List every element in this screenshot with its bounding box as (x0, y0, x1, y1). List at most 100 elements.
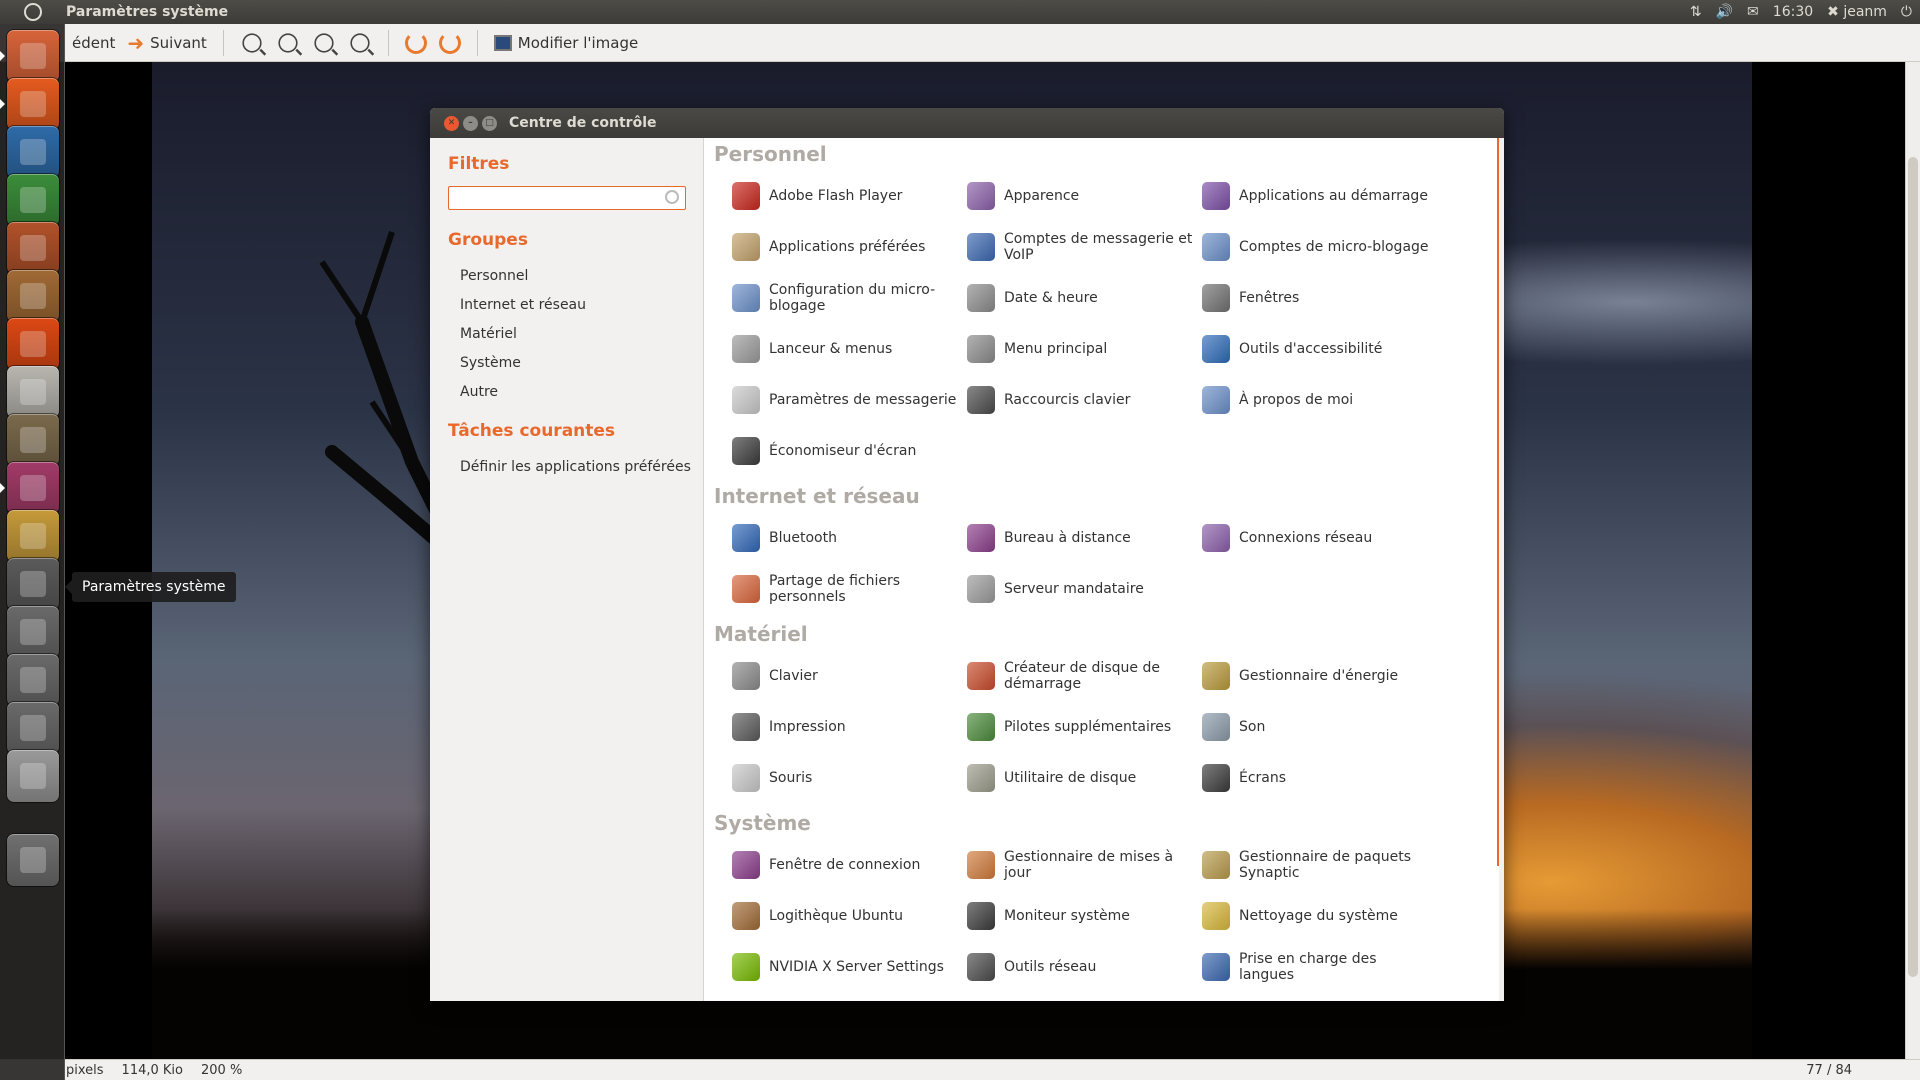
launcher-item-workspaces[interactable] (7, 558, 59, 610)
filter-input[interactable] (449, 187, 649, 210)
settings-item[interactable]: Souris (732, 756, 962, 800)
viewer-scrollbar[interactable] (1905, 62, 1920, 1059)
group-item[interactable]: Système (460, 349, 703, 378)
settings-item[interactable]: Comptes de micro-blogage (1202, 225, 1432, 269)
settings-item[interactable]: Fenêtres (1202, 276, 1432, 320)
settings-item[interactable]: Date & heure (967, 276, 1197, 320)
launcher-item-writer[interactable] (7, 126, 59, 178)
launcher-item-home-folder[interactable] (7, 30, 59, 82)
launcher-item-calc[interactable] (7, 174, 59, 226)
window-titlebar[interactable]: ✕ – □ Centre de contrôle (430, 108, 1504, 138)
launcher-item-usb-drive[interactable] (7, 702, 59, 754)
settings-item[interactable]: Serveur mandataire (967, 567, 1197, 611)
maximize-icon[interactable]: □ (482, 115, 497, 131)
settings-item[interactable]: Économiseur d'écran (732, 429, 962, 473)
settings-item[interactable]: Écrans (1202, 756, 1432, 800)
category-title: Internet et réseau (714, 484, 920, 508)
settings-item[interactable]: Pilotes supplémentaires (967, 705, 1197, 749)
group-item[interactable]: Autre (460, 378, 703, 407)
zoom-fit-button[interactable] (342, 24, 378, 62)
settings-item-icon (732, 662, 760, 690)
user-menu[interactable]: ✖ jeanm (1827, 4, 1887, 20)
toolbar-separator (222, 29, 224, 56)
settings-item[interactable]: Gestionnaire de mises à jour (967, 843, 1197, 887)
settings-item[interactable]: Partage de fichiers personnels (732, 567, 962, 611)
power-icon[interactable]: ⏻ (1901, 4, 1912, 20)
group-item[interactable]: Matériel (460, 320, 703, 349)
camera-icon (20, 379, 46, 405)
zoom-in-button[interactable] (234, 24, 270, 62)
group-item[interactable]: Personnel (460, 262, 703, 291)
settings-item[interactable]: Outils d'accessibilité (1202, 327, 1432, 371)
settings-item[interactable]: Son (1202, 705, 1432, 749)
launcher-item-ubuntu-software[interactable] (7, 270, 59, 322)
usb-drive-icon (20, 715, 46, 741)
calc-icon (20, 187, 46, 213)
rotate-left-button[interactable] (399, 24, 433, 62)
settings-item[interactable]: Créateur de disque de démarrage (967, 654, 1197, 698)
settings-item[interactable]: Configuration du micro-blogage (732, 276, 962, 320)
settings-item[interactable]: Moniteur système (967, 894, 1197, 938)
launcher-item-gimp[interactable] (7, 414, 59, 466)
launcher-item-zoom-search[interactable] (7, 654, 59, 706)
settings-item[interactable]: Nettoyage du système (1202, 894, 1432, 938)
previous-button[interactable]: édent (66, 24, 121, 62)
settings-item[interactable]: Utilitaire de disque (967, 756, 1197, 800)
settings-item[interactable]: Menu principal (967, 327, 1197, 371)
settings-item[interactable]: Comptes de messagerie et VoIP (967, 225, 1197, 269)
settings-item[interactable]: Applications au démarrage (1202, 174, 1432, 218)
settings-item-icon (732, 182, 760, 210)
edit-image-button[interactable]: Modifier l'image (488, 24, 644, 62)
settings-item[interactable]: Raccourcis clavier (967, 378, 1197, 422)
launcher-item-shotwell[interactable] (7, 510, 59, 562)
search-icon[interactable] (665, 190, 679, 204)
launcher-item-removable-drive[interactable] (7, 750, 59, 802)
settings-item[interactable]: Paramètres de messagerie (732, 378, 962, 422)
settings-item[interactable]: Lanceur & menus (732, 327, 962, 371)
launcher-item-camera[interactable] (7, 366, 59, 418)
scrollbar-thumb[interactable] (1908, 157, 1918, 977)
scroll-indicator[interactable] (1497, 138, 1499, 866)
task-item[interactable]: Définir les applications préférées (460, 453, 703, 482)
ubuntu-dash-icon[interactable] (0, 0, 66, 24)
settings-item[interactable]: Logithèque Ubuntu (732, 894, 962, 938)
settings-item[interactable]: Outils réseau (967, 945, 1197, 989)
group-item[interactable]: Internet et réseau (460, 291, 703, 320)
next-button[interactable]: ➜ Suivant (121, 24, 212, 62)
minimize-icon[interactable]: – (463, 115, 478, 131)
settings-item[interactable]: Prise en charge des langues (1202, 945, 1432, 989)
settings-item[interactable]: Clavier (732, 654, 962, 698)
settings-item-icon (1202, 902, 1230, 930)
launcher-item-firefox[interactable] (7, 78, 59, 130)
clock[interactable]: 16:30 (1773, 4, 1813, 20)
toolbar-separator (387, 29, 389, 56)
launcher-item-system-settings[interactable] (7, 462, 59, 514)
rotate-right-button[interactable] (433, 24, 467, 62)
launcher-item-zoom-in[interactable] (7, 606, 59, 658)
settings-item[interactable]: À propos de moi (1202, 378, 1432, 422)
launcher-item-ubuntu-one[interactable] (7, 318, 59, 370)
settings-item[interactable]: Bureau à distance (967, 516, 1197, 560)
launcher-item-impress[interactable] (7, 222, 59, 274)
zoom-normal-button[interactable] (306, 24, 342, 62)
filter-box[interactable] (448, 186, 686, 210)
launcher-item-trash[interactable] (7, 834, 59, 886)
settings-item[interactable]: Gestionnaire d'énergie (1202, 654, 1432, 698)
settings-item[interactable]: Applications préférées (732, 225, 962, 269)
settings-item[interactable]: Gestionnaire de paquets Synaptic (1202, 843, 1432, 887)
settings-item-label: Impression (769, 719, 846, 735)
close-icon[interactable]: ✕ (444, 115, 459, 131)
settings-item[interactable]: Fenêtre de connexion (732, 843, 962, 887)
settings-item[interactable]: Adobe Flash Player (732, 174, 962, 218)
settings-item[interactable]: NVIDIA X Server Settings (732, 945, 962, 989)
settings-item-icon (1202, 764, 1230, 792)
mail-icon[interactable]: ✉ (1747, 4, 1759, 20)
volume-icon[interactable]: 🔊 (1716, 4, 1733, 20)
settings-item[interactable]: Bluetooth (732, 516, 962, 560)
firefox-icon (20, 91, 46, 117)
settings-item[interactable]: Connexions réseau (1202, 516, 1432, 560)
network-icon[interactable]: ⇅ (1690, 4, 1702, 20)
zoom-out-button[interactable] (270, 24, 306, 62)
settings-item[interactable]: Apparence (967, 174, 1197, 218)
settings-item[interactable]: Impression (732, 705, 962, 749)
